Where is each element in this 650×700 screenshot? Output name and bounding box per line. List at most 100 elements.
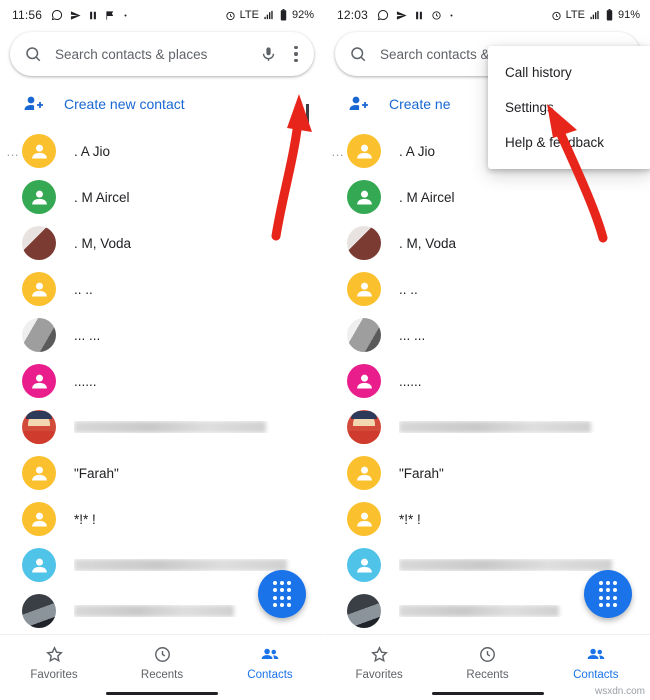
contact-row[interactable]: .. .. (0, 266, 324, 312)
status-bar-left: 11:56 LTE 92% (0, 0, 324, 30)
contact-row[interactable]: . M Aircel (325, 174, 650, 220)
contact-row[interactable]: "Farah" (325, 450, 650, 496)
contact-row[interactable] (0, 404, 324, 450)
nav-item-recents[interactable]: Recents (433, 644, 541, 681)
scroll-hint-dots: … (6, 143, 20, 159)
search-input[interactable]: Search contacts & places (55, 47, 247, 62)
star-icon (370, 644, 389, 664)
dialpad-fab[interactable] (258, 570, 306, 618)
menu-item-settings[interactable]: Settings (488, 90, 650, 125)
watermark: wsxdn.com (594, 686, 645, 697)
contact-row[interactable]: . M, Voda (325, 220, 650, 266)
contact-name: . M, Voda (399, 235, 457, 251)
send-icon (396, 10, 407, 21)
search-icon (349, 45, 367, 63)
clock-status-icon (431, 10, 442, 21)
flag-icon (105, 10, 116, 21)
nav-item-favorites[interactable]: Favorites (325, 644, 433, 681)
home-indicator (106, 692, 218, 695)
nav-label: Favorites (30, 669, 78, 681)
signal-icon (589, 10, 601, 21)
signal-icon (263, 10, 275, 21)
contact-name: *!* ! (74, 511, 96, 527)
phone-screenshot-right: 12:03 LTE 91% Search contacts & Create n… (325, 0, 650, 700)
nav-item-contacts[interactable]: Contacts (216, 644, 324, 681)
contact-name (74, 421, 324, 433)
contact-list-left[interactable]: … . A Jio . M Aircel . M, Voda .. .. ... ....… (0, 126, 324, 634)
create-new-contact-label: Create ne (389, 96, 451, 112)
menu-item-help-feedback[interactable]: Help & feedback (488, 125, 650, 160)
nav-label: Contacts (247, 669, 293, 681)
contact-name: . A Jio (399, 143, 436, 159)
status-time: 11:56 (12, 8, 43, 22)
nav-label: Contacts (573, 669, 619, 681)
status-bar-right: 12:03 LTE 91% (325, 0, 650, 30)
contact-row[interactable]: . M Aircel (0, 174, 324, 220)
contact-name: . M Aircel (74, 189, 130, 205)
contact-row[interactable]: ...... (0, 358, 324, 404)
dot-icon (123, 13, 128, 18)
contact-name: "Farah" (74, 465, 119, 481)
send-icon (70, 10, 81, 21)
status-network: LTE (565, 9, 585, 21)
dot-icon (449, 13, 454, 18)
contact-row[interactable]: .. .. (325, 266, 650, 312)
contact-name: . M Aircel (399, 189, 455, 205)
contact-name (74, 559, 324, 571)
contact-row[interactable]: ... ... (325, 312, 650, 358)
status-battery: 92% (291, 9, 314, 21)
contact-row[interactable]: ... ... (0, 312, 324, 358)
text-cursor-indicator (306, 104, 309, 130)
search-bar[interactable]: Search contacts & places (10, 32, 314, 76)
contact-name: . M, Voda (74, 235, 132, 251)
phone-screenshot-left: 11:56 LTE 92% Search contacts & places C… (0, 0, 325, 700)
nav-label: Recents (140, 669, 184, 681)
dialpad-fab[interactable] (584, 570, 632, 618)
nav-item-contacts[interactable]: Contacts (542, 644, 650, 681)
contact-name: ...... (399, 373, 422, 389)
overflow-popup-menu[interactable]: Call history Settings Help & feedback (488, 46, 650, 169)
contact-name: "Farah" (399, 465, 444, 481)
person-add-icon (347, 92, 371, 116)
create-new-contact-label: Create new contact (64, 96, 185, 112)
create-new-contact-row[interactable]: Create new contact (0, 82, 324, 126)
alarm-icon (225, 10, 236, 21)
contact-list-right[interactable]: … . A Jio . M Aircel . M, Voda .. .. ... ....… (325, 126, 650, 634)
menu-item-call-history[interactable]: Call history (488, 55, 650, 90)
contact-row[interactable]: "Farah" (0, 450, 324, 496)
pause-icon (414, 10, 424, 21)
contact-row[interactable]: *!* ! (0, 496, 324, 542)
nav-item-recents[interactable]: Recents (108, 644, 216, 681)
status-network: LTE (239, 9, 259, 21)
screenshot-root: 11:56 LTE 92% Search contacts & places C… (0, 0, 650, 700)
home-indicator (431, 692, 544, 695)
dialpad-icon (598, 581, 618, 607)
whatsapp-icon (377, 9, 389, 21)
status-battery: 91% (617, 9, 640, 21)
nav-label: Recents (466, 669, 509, 681)
contact-row[interactable]: ...... (325, 358, 650, 404)
overflow-menu-button[interactable] (290, 45, 302, 63)
bottom-navigation-left[interactable]: Favorites Recents Contacts (0, 634, 324, 700)
contact-name: .. .. (74, 281, 93, 297)
contact-row[interactable]: *!* ! (325, 496, 650, 542)
contact-name: ... ... (74, 327, 101, 343)
contacts-icon (585, 644, 607, 664)
nav-label: Favorites (355, 669, 403, 681)
pause-icon (88, 10, 98, 21)
contact-name: ...... (74, 373, 97, 389)
nav-item-favorites[interactable]: Favorites (0, 644, 108, 681)
whatsapp-icon (51, 9, 63, 21)
star-icon (45, 644, 64, 664)
dialpad-icon (272, 581, 292, 607)
contact-name (399, 559, 650, 571)
contacts-icon (259, 644, 281, 664)
contact-row[interactable]: . M, Voda (0, 220, 324, 266)
clock-icon (478, 644, 497, 664)
contact-row[interactable] (325, 404, 650, 450)
contact-row[interactable]: … . A Jio (0, 128, 324, 174)
contact-name: ... ... (399, 327, 426, 343)
search-icon (24, 45, 42, 63)
microphone-icon[interactable] (260, 46, 277, 63)
search-bar-container-left: Search contacts & places (0, 30, 324, 82)
